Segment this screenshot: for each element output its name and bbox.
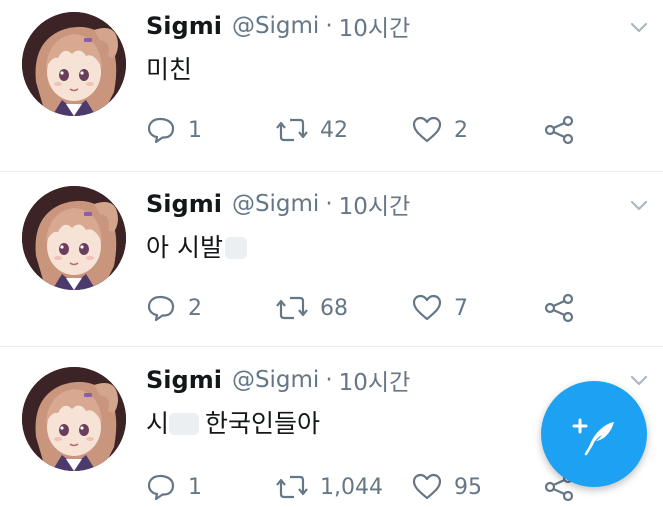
tweet-text-prefix: 시: [146, 409, 170, 438]
reply-button[interactable]: 2: [146, 290, 202, 326]
retweet-icon: [276, 475, 308, 499]
tweet-text-content: 아 시발: [146, 233, 223, 262]
like-button[interactable]: 95: [412, 469, 482, 505]
user-handle[interactable]: @Sigmi: [232, 367, 319, 393]
timestamp[interactable]: 10시간: [339, 9, 411, 43]
share-button[interactable]: [544, 112, 574, 148]
reply-icon: [147, 474, 175, 501]
reply-icon: [147, 117, 175, 144]
like-count: 2: [454, 117, 468, 143]
like-count: 95: [454, 474, 482, 500]
user-handle[interactable]: @Sigmi: [232, 13, 319, 39]
compose-tweet-button[interactable]: [541, 381, 647, 487]
display-name[interactable]: Sigmi: [146, 12, 222, 40]
reply-count: 2: [188, 295, 202, 321]
share-button[interactable]: [544, 290, 574, 326]
compose-tweet-icon: [572, 418, 614, 456]
tweet-header: Sigmi @Sigmi · 10시간: [146, 186, 410, 222]
timestamp[interactable]: 10시간: [339, 363, 411, 397]
like-count: 7: [454, 295, 468, 321]
avatar[interactable]: [22, 367, 126, 471]
retweet-button[interactable]: 68: [276, 290, 348, 326]
chevron-down-icon[interactable]: [630, 375, 648, 387]
tweet[interactable]: Sigmi @Sigmi · 10시간 아 시발 2 68 7: [0, 172, 663, 346]
tweet-text: 시 한국인들아: [146, 404, 320, 440]
tweet-text-content: 한국인들아: [205, 409, 321, 438]
avatar[interactable]: [22, 12, 126, 116]
heart-icon: [412, 116, 442, 143]
timestamp[interactable]: 10시간: [339, 187, 411, 221]
retweet-icon: [276, 118, 308, 142]
reply-count: 1: [188, 474, 202, 500]
separator-dot: ·: [325, 13, 333, 39]
separator-dot: ·: [325, 367, 333, 393]
display-name[interactable]: Sigmi: [146, 190, 222, 218]
share-icon: [544, 293, 574, 323]
retweet-button[interactable]: 1,044: [276, 469, 383, 505]
tweet-header: Sigmi @Sigmi · 10시간: [146, 8, 410, 44]
chevron-down-icon[interactable]: [630, 22, 648, 34]
retweet-count: 68: [320, 295, 348, 321]
tweet-text-content: 미친: [146, 55, 193, 84]
user-handle[interactable]: @Sigmi: [232, 191, 319, 217]
retweet-count: 42: [320, 117, 348, 143]
censor-blur: [169, 413, 200, 435]
like-button[interactable]: 2: [412, 112, 468, 148]
tweet-actions: 1 42 2: [146, 112, 626, 148]
tweet-actions: 1 1,044 95: [146, 469, 626, 505]
reply-count: 1: [188, 117, 202, 143]
tweet-actions: 2 68 7: [146, 290, 626, 326]
retweet-icon: [276, 296, 308, 320]
heart-icon: [412, 294, 442, 321]
avatar[interactable]: [22, 186, 126, 290]
reply-button[interactable]: 1: [146, 469, 202, 505]
chevron-down-icon[interactable]: [630, 200, 648, 212]
display-name[interactable]: Sigmi: [146, 366, 222, 394]
tweet-text: 아 시발: [146, 228, 247, 264]
heart-icon: [412, 473, 442, 500]
reply-button[interactable]: 1: [146, 112, 202, 148]
censor-blur: [224, 237, 247, 259]
tweet-text: 미친: [146, 50, 192, 86]
retweet-button[interactable]: 42: [276, 112, 348, 148]
separator-dot: ·: [325, 191, 333, 217]
tweet-header: Sigmi @Sigmi · 10시간: [146, 362, 410, 398]
like-button[interactable]: 7: [412, 290, 468, 326]
retweet-count: 1,044: [320, 474, 383, 500]
share-icon: [544, 115, 574, 145]
reply-icon: [147, 295, 175, 322]
tweet[interactable]: Sigmi @Sigmi · 10시간 미친 1 42 2: [0, 0, 663, 171]
